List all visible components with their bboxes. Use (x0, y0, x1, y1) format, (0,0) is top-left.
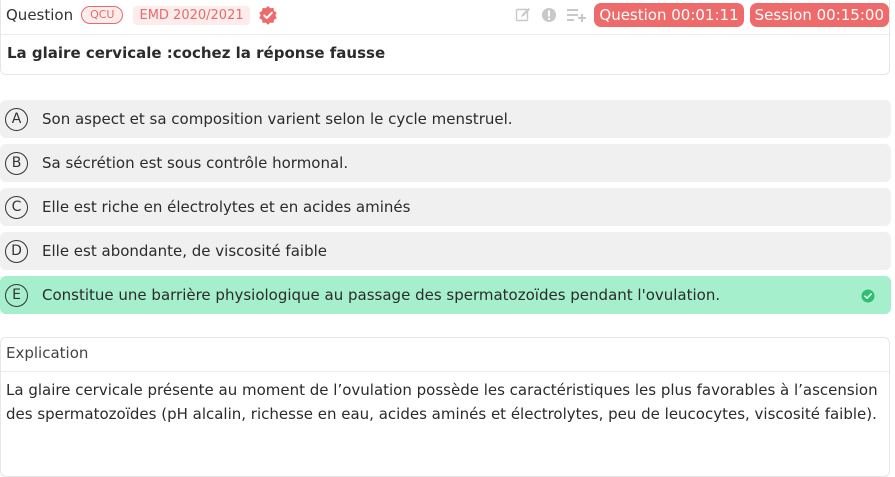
option-text: Elle est abondante, de viscosité faible (42, 242, 327, 260)
source-badge: EMD 2020/2021 (133, 5, 250, 25)
edit-icon[interactable] (514, 6, 532, 24)
option-letter: A (5, 107, 28, 131)
option-text: Constitue une barrière physiologique au … (42, 286, 721, 304)
option-text: Elle est riche en électrolytes et en aci… (42, 198, 411, 216)
option-b[interactable]: B Sa sécrétion est sous contrôle hormona… (0, 144, 891, 182)
option-letter: C (5, 195, 28, 219)
option-c[interactable]: C Elle est riche en électrolytes et en a… (0, 188, 891, 226)
explanation-card: Explication La glaire cervicale présente… (0, 337, 890, 477)
option-text: Son aspect et sa composition varient sel… (42, 110, 513, 128)
explanation-title: Explication (6, 344, 89, 362)
verified-icon (258, 5, 278, 25)
option-letter: E (5, 283, 28, 307)
question-text: La glaire cervicale :cochez la réponse f… (7, 44, 386, 62)
question-timer: Question 00:01:11 (594, 3, 744, 27)
question-card: Question QCU EMD 2020/2021 Question 00:0… (0, 0, 890, 75)
explanation-divider (1, 371, 889, 372)
header-tools: Question 00:01:11 Session 00:15:00 (506, 3, 889, 27)
info-icon[interactable] (540, 6, 558, 24)
check-circle-icon (861, 288, 875, 303)
header-divider (1, 34, 889, 35)
option-text: Sa sécrétion est sous contrôle hormonal. (42, 154, 349, 172)
session-timer: Session 00:15:00 (749, 3, 889, 27)
question-type-badge: QCU (81, 6, 124, 24)
option-letter: B (5, 151, 28, 175)
option-e[interactable]: E Constitue une barrière physiologique a… (0, 276, 891, 314)
option-letter: D (5, 239, 28, 263)
question-header: Question QCU EMD 2020/2021 Question 00:0… (1, 0, 889, 30)
playlist-add-icon[interactable] (566, 6, 588, 24)
question-label: Question (6, 6, 74, 24)
explanation-text: La glaire cervicale présente au moment d… (6, 381, 878, 423)
option-d[interactable]: D Elle est abondante, de viscosité faibl… (0, 232, 891, 270)
option-a[interactable]: A Son aspect et sa composition varient s… (0, 100, 891, 138)
